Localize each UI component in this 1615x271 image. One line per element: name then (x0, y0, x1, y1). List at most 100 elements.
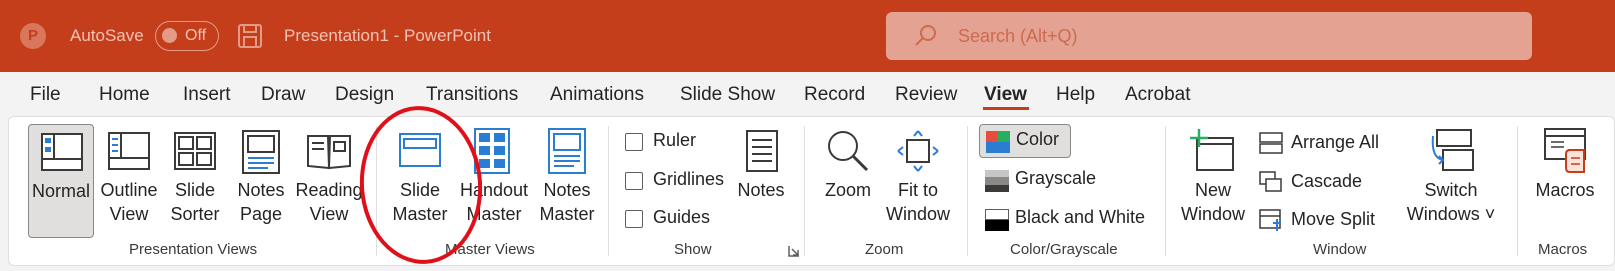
tab-acrobat[interactable]: Acrobat (1125, 84, 1190, 106)
group-divider (967, 126, 968, 256)
ruler-label: Ruler (653, 130, 697, 150)
switch-windows-label-2: Windows ˅ (1406, 204, 1496, 224)
black-white-swatch-icon (985, 209, 1009, 231)
switch-windows-button[interactable]: Switch Windows ˅ (1405, 124, 1497, 238)
macros-button[interactable]: Macros (1528, 124, 1602, 238)
switch-windows-icon (1431, 129, 1474, 171)
active-tab-indicator (983, 107, 1029, 110)
save-icon[interactable] (237, 23, 263, 49)
black-and-white-button[interactable]: Black and White (979, 203, 1159, 237)
tab-draw[interactable]: Draw (261, 84, 305, 106)
fit-to-window-label-1: Fit to (897, 180, 938, 200)
outline-view-button[interactable]: Outline View (96, 124, 162, 238)
macros-label: Macros (1535, 180, 1595, 200)
tab-file[interactable]: File (30, 84, 61, 106)
macros-group-label: Macros (1538, 241, 1588, 258)
tab-animations[interactable]: Animations (550, 84, 644, 106)
presentation-views-group-label: Presentation Views (129, 241, 258, 258)
move-split-icon (1259, 209, 1281, 231)
arrange-all-button[interactable]: Arrange All (1259, 130, 1389, 158)
gridlines-label: Gridlines (653, 169, 725, 189)
move-split-label: Move Split (1291, 209, 1376, 229)
notes-master-label-1: Notes (543, 180, 591, 200)
slide-sorter-icon (174, 132, 216, 170)
fit-to-window-icon (897, 130, 939, 172)
reading-view-icon (307, 135, 351, 170)
outline-view-icon (108, 132, 150, 170)
zoom-label: Zoom (824, 180, 871, 200)
arrange-all-label: Arrange All (1291, 132, 1380, 152)
notes-master-label-2: Master (539, 204, 595, 224)
tab-home[interactable]: Home (99, 84, 150, 106)
new-window-button[interactable]: New Window (1177, 124, 1249, 238)
toggle-knob-icon (162, 28, 177, 43)
fit-to-window-button[interactable]: Fit to Window (881, 124, 955, 238)
search-placeholder: Search (Alt+Q) (958, 26, 1078, 46)
guides-label: Guides (653, 207, 711, 227)
checkbox-icon (625, 172, 643, 190)
tab-transitions[interactable]: Transitions (426, 84, 518, 106)
arrange-all-icon (1259, 132, 1283, 154)
cascade-icon (1259, 171, 1282, 192)
reading-view-button[interactable]: Reading View (294, 124, 364, 238)
normal-view-icon (41, 133, 83, 171)
normal-view-button[interactable]: Normal (28, 124, 94, 238)
cascade-button[interactable]: Cascade (1259, 169, 1369, 197)
reading-view-label-1: Reading (295, 180, 363, 200)
grayscale-label: Grayscale (1015, 168, 1097, 188)
zoom-magnifier-icon (828, 131, 869, 172)
slide-sorter-label-1: Slide (174, 180, 216, 200)
checkbox-icon (625, 210, 643, 228)
dialog-launcher-icon[interactable] (788, 245, 800, 257)
autosave-label: AutoSave (70, 26, 144, 45)
document-title: Presentation1 - PowerPoint (284, 26, 491, 45)
move-split-button[interactable]: Move Split (1259, 207, 1389, 235)
tab-design[interactable]: Design (335, 84, 394, 106)
notes-page-button[interactable]: Notes Page (228, 124, 294, 238)
tab-slide-show[interactable]: Slide Show (680, 84, 775, 106)
notes-label: Notes (737, 180, 785, 200)
switch-windows-label-1: Switch (1424, 180, 1478, 200)
tab-view[interactable]: View (984, 84, 1027, 106)
new-window-icon (1190, 129, 1234, 171)
powerpoint-logo-icon: P (20, 23, 46, 49)
color-button[interactable]: Color (979, 124, 1071, 158)
notes-page-label-1: Notes (237, 180, 285, 200)
zoom-button[interactable]: Zoom (815, 124, 881, 238)
notes-icon (746, 130, 778, 172)
search-icon (915, 25, 936, 46)
slide-sorter-label-2: Sorter (170, 204, 220, 224)
tab-review[interactable]: Review (895, 84, 957, 106)
color-grayscale-group-label: Color/Grayscale (1010, 241, 1118, 258)
tab-insert[interactable]: Insert (183, 84, 231, 106)
group-divider (804, 126, 805, 256)
tab-record[interactable]: Record (804, 84, 865, 106)
notes-master-button[interactable]: Notes Master (532, 124, 602, 238)
new-window-label-2: Window (1180, 204, 1246, 224)
title-bar: P AutoSave Off Presentation1 - PowerPoin… (0, 0, 1615, 72)
notes-master-icon (548, 128, 586, 174)
autosave-state: Off (185, 27, 207, 44)
tab-help[interactable]: Help (1056, 84, 1095, 106)
cascade-label: Cascade (1291, 171, 1363, 191)
reading-view-label-2: View (309, 204, 349, 224)
outline-view-label-1: Outline (100, 180, 158, 200)
color-swatch-icon (986, 131, 1010, 153)
autosave-toggle[interactable]: Off (155, 21, 219, 51)
grayscale-button[interactable]: Grayscale (979, 164, 1099, 198)
color-label: Color (1016, 129, 1060, 149)
slide-sorter-button[interactable]: Slide Sorter (162, 124, 228, 238)
new-window-label-1: New (1194, 180, 1231, 200)
notes-page-icon (242, 130, 280, 174)
show-group-label: Show (674, 241, 712, 258)
ribbon-tabs: File Home Insert Draw Design Transitions… (0, 72, 1615, 116)
search-box[interactable]: Search (Alt+Q) (886, 12, 1532, 60)
macros-icon (1544, 128, 1586, 173)
notes-page-label-2: Page (239, 204, 283, 224)
group-divider (1517, 126, 1518, 256)
checkbox-icon (625, 133, 643, 151)
window-group-label: Window (1313, 241, 1367, 258)
black-and-white-label: Black and White (1015, 207, 1146, 227)
notes-button[interactable]: Notes (728, 124, 794, 238)
grayscale-swatch-icon (985, 170, 1009, 192)
